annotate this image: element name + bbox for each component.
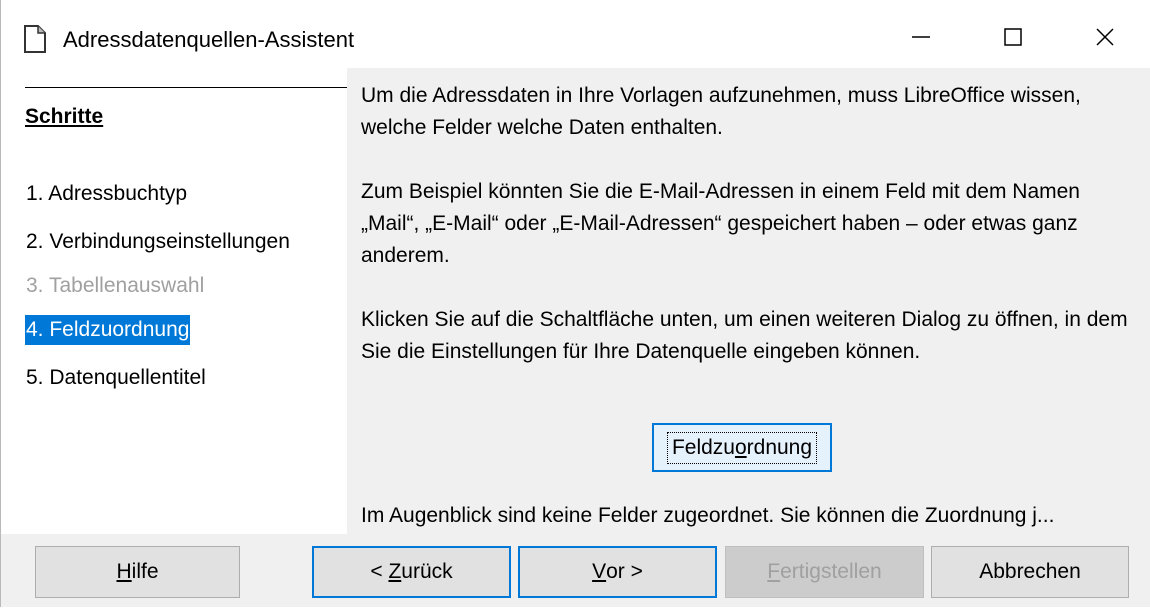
- document-icon: [24, 25, 46, 53]
- window-title: Adressdatenquellen-Assistent: [63, 27, 355, 52]
- step-data-source-title[interactable]: 5. Datenquellentitel: [25, 363, 207, 393]
- close-icon: [1094, 26, 1116, 53]
- example-text: Zum Beispiel könnten Sie die E-Mail-Adre…: [361, 180, 1080, 267]
- next-button[interactable]: Vor >: [518, 546, 717, 598]
- back-button[interactable]: < Zurück: [312, 546, 511, 598]
- minimize-icon: [910, 26, 932, 53]
- steps-heading: Schritte: [25, 105, 104, 128]
- wizard-page-content: Um die Adressdaten in Ihre Vorlagen aufz…: [347, 68, 1150, 534]
- maximize-icon: [1002, 26, 1024, 53]
- intro-text: Um die Adressdaten in Ihre Vorlagen aufz…: [361, 84, 1081, 139]
- field-mapping-button-label: Feldzuordnung: [666, 431, 818, 464]
- step-table-selection: 3. Tabellenauswahl: [26, 274, 205, 297]
- help-button[interactable]: Hilfe: [35, 546, 240, 598]
- step-address-book-type[interactable]: 1. Adressbuchtyp: [25, 179, 188, 209]
- step-field-mapping[interactable]: 4. Feldzuordnung: [25, 315, 191, 345]
- field-mapping-button[interactable]: Feldzuordnung: [652, 423, 832, 472]
- button-bar: Hilfe < Zurück Vor > Fertigstellen Abbre…: [1, 534, 1150, 607]
- step-connection-settings[interactable]: 2. Verbindungseinstellungen: [25, 227, 291, 257]
- steps-sidebar: Schritte 1. Adressbuchtyp 2. Verbindungs…: [1, 79, 347, 534]
- finish-button[interactable]: Fertigstellen: [725, 546, 924, 598]
- cancel-button[interactable]: Abbrechen: [931, 546, 1129, 598]
- mapping-status-text: Im Augenblick sind keine Felder zugeordn…: [361, 504, 1055, 527]
- address-data-source-wizard-window: Adressdatenquellen-Assistent Schritte 1.…: [0, 0, 1150, 607]
- sidebar-divider: [25, 87, 347, 88]
- instruction-text: Klicken Sie auf die Schaltfläche unten, …: [361, 308, 1128, 363]
